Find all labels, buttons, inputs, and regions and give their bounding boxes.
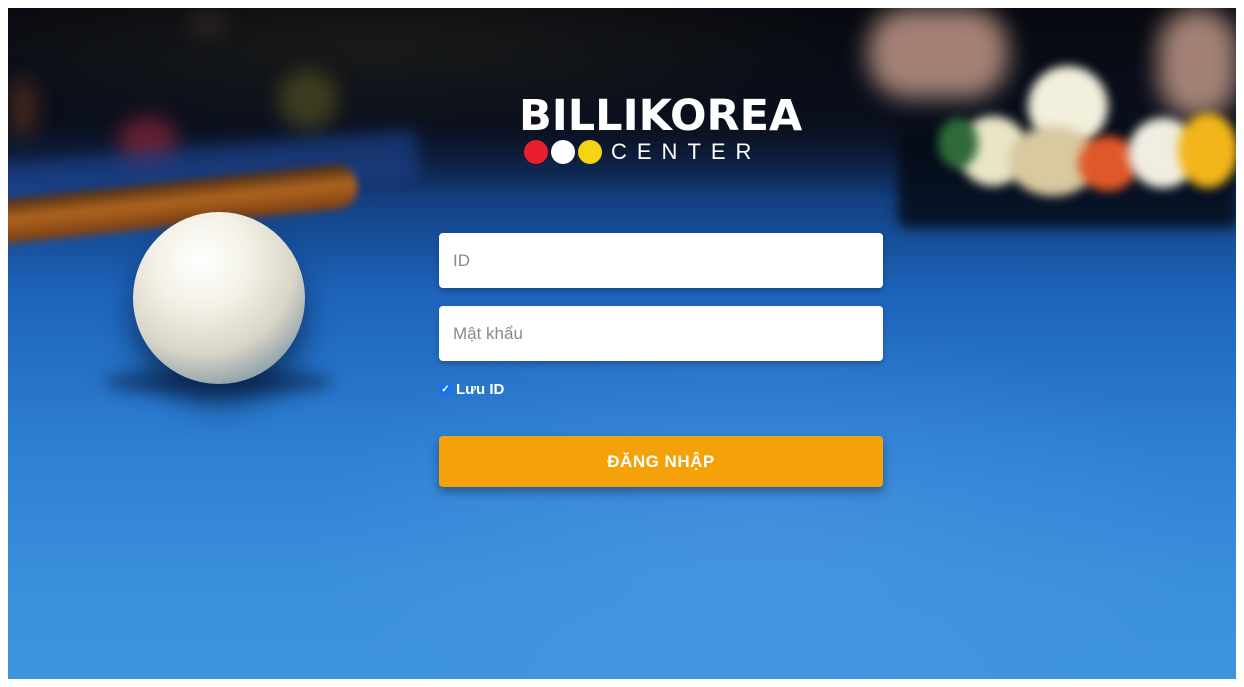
logo-subtitle: CENTER <box>611 139 762 164</box>
remember-id-checkbox[interactable]: ✓ <box>439 383 452 396</box>
id-input[interactable] <box>439 233 883 288</box>
bokeh-light <box>188 8 228 38</box>
rack-ball <box>938 118 978 168</box>
table-glow <box>308 308 1208 679</box>
player-hand <box>868 8 1008 98</box>
red-ball-icon <box>524 140 548 164</box>
player-hand <box>1158 8 1236 118</box>
yellow-ball-icon <box>578 140 602 164</box>
logo-subtitle-row: CENTER <box>524 140 815 164</box>
bokeh-light <box>278 70 338 130</box>
remember-id-label: Lưu ID <box>456 381 505 398</box>
rack-ball <box>1178 113 1236 188</box>
brand-logo: BILLIKOREA CENTER <box>515 92 815 164</box>
login-button[interactable]: ĐĂNG NHẬP <box>439 436 883 487</box>
remember-id-control[interactable]: ✓ Lưu ID <box>439 381 504 398</box>
password-input[interactable] <box>439 306 883 361</box>
white-ball-icon <box>551 140 575 164</box>
cue-ball <box>133 212 305 384</box>
logo-title: BILLIKOREA <box>519 91 803 141</box>
bokeh-light <box>8 78 38 138</box>
